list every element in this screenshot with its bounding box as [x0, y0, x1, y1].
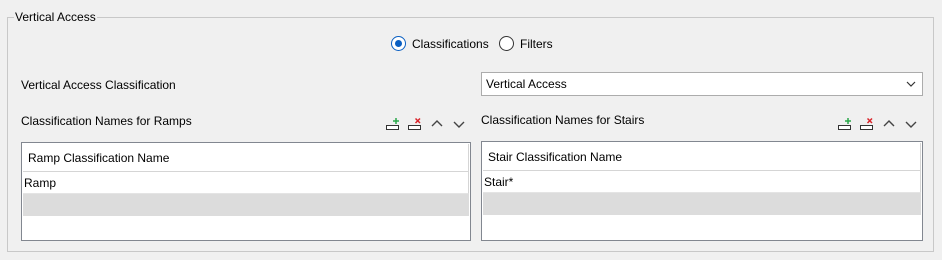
delete-row-icon[interactable]: [406, 116, 424, 132]
add-row-icon[interactable]: [836, 116, 854, 132]
chevron-down-icon: [904, 77, 918, 91]
classifications-radio-label: Classifications: [412, 36, 489, 51]
stairs-column-header[interactable]: Stair Classification Name: [483, 143, 921, 171]
new-row[interactable]: [23, 194, 469, 216]
ramps-toolbar: [384, 116, 468, 132]
move-up-icon[interactable]: [880, 116, 898, 132]
ramps-column-header[interactable]: Ramp Classification Name: [23, 144, 469, 172]
filters-radio[interactable]: Filters: [499, 36, 553, 51]
filters-radio-label: Filters: [520, 36, 553, 51]
delete-row-icon[interactable]: [858, 116, 876, 132]
classification-dropdown[interactable]: Vertical Access: [481, 72, 923, 96]
radio-unchecked-icon: [499, 36, 514, 51]
table-row[interactable]: Stair*: [483, 171, 921, 193]
radio-checked-icon: [391, 36, 406, 51]
stairs-grid[interactable]: Stair Classification Name Stair*: [481, 141, 923, 241]
table-row[interactable]: Ramp: [23, 172, 469, 194]
classification-label: Vertical Access Classification: [21, 78, 176, 92]
new-row[interactable]: [483, 193, 921, 215]
ramps-grid[interactable]: Ramp Classification Name Ramp: [21, 142, 471, 241]
move-down-icon[interactable]: [450, 116, 468, 132]
move-down-icon[interactable]: [902, 116, 920, 132]
table-cell[interactable]: Ramp: [24, 176, 56, 190]
add-row-icon[interactable]: [384, 116, 402, 132]
ramps-title: Classification Names for Ramps: [21, 114, 192, 128]
group-title: Vertical Access: [14, 10, 97, 24]
stairs-title: Classification Names for Stairs: [481, 113, 645, 127]
classifications-radio[interactable]: Classifications: [391, 36, 489, 51]
move-up-icon[interactable]: [428, 116, 446, 132]
classification-dropdown-value: Vertical Access: [486, 77, 567, 91]
stairs-toolbar: [836, 116, 920, 132]
table-cell[interactable]: Stair*: [484, 175, 513, 189]
